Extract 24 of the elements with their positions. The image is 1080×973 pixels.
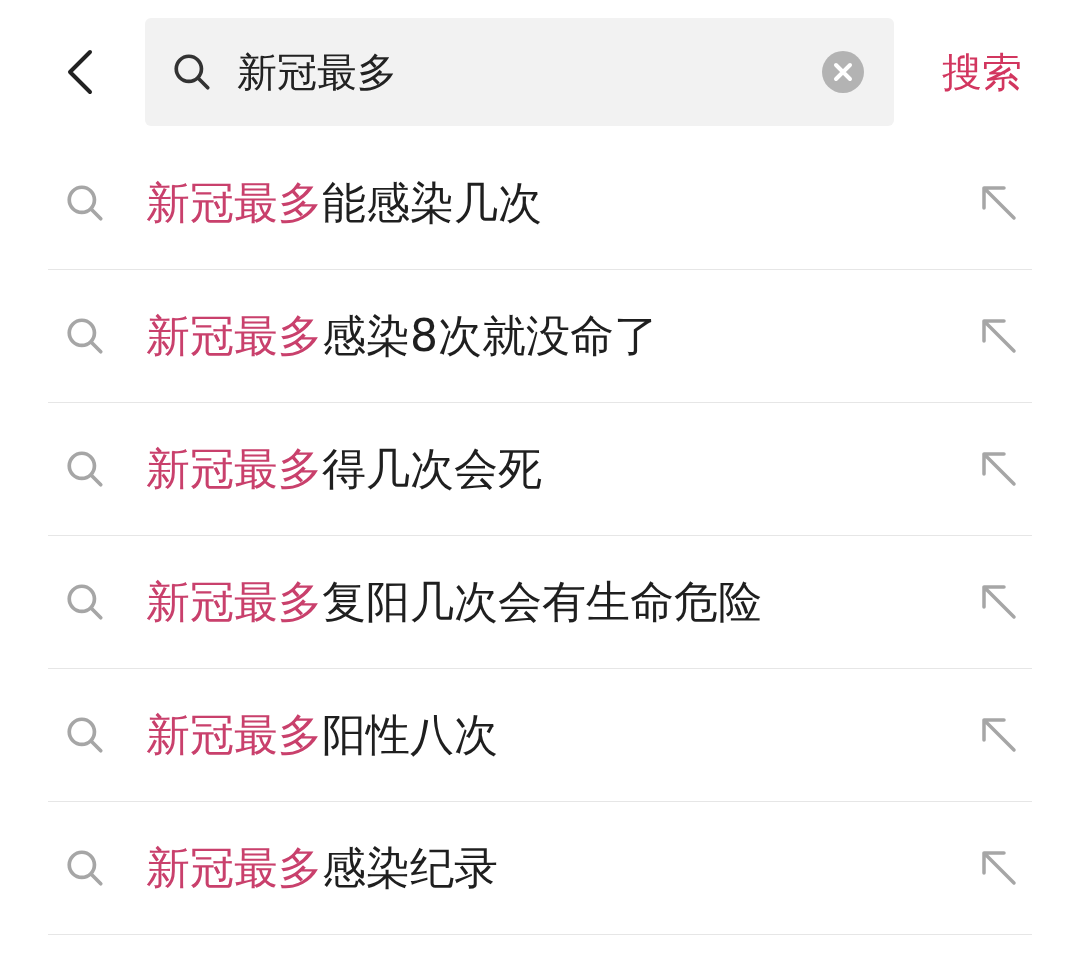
arrow-icon[interactable] — [980, 849, 1018, 887]
search-field[interactable]: 新冠最多 — [237, 49, 798, 95]
arrow-icon[interactable] — [980, 450, 1018, 488]
search-icon — [64, 182, 106, 224]
search-icon — [64, 714, 106, 756]
search-icon — [64, 581, 106, 623]
search-icon — [64, 448, 106, 490]
back-icon — [66, 49, 94, 95]
search-icon — [64, 315, 106, 357]
search-icon — [171, 51, 213, 93]
suggestion-item[interactable]: 新冠最多复阳几次会有生命危险 — [48, 536, 1032, 669]
suggestion-item[interactable]: 新冠最多感染8次就没命了 — [48, 270, 1032, 403]
arrow-icon[interactable] — [980, 716, 1018, 754]
clear-icon[interactable] — [822, 51, 864, 93]
arrow-icon[interactable] — [980, 317, 1018, 355]
search-button[interactable]: 搜索 — [942, 44, 1022, 100]
suggestion-item[interactable]: 新冠最多能感染几次 — [48, 137, 1032, 270]
suggestion-item[interactable]: 新冠最多感染纪录 — [48, 802, 1032, 935]
search-icon — [64, 847, 106, 889]
arrow-icon[interactable] — [980, 184, 1018, 222]
suggestion-item[interactable]: 新冠最多得几次会死 — [48, 403, 1032, 536]
search-bar[interactable]: 新冠最多 — [145, 18, 894, 126]
arrow-icon[interactable] — [980, 583, 1018, 621]
suggestion-item[interactable]: 新冠最多阳性八次 — [48, 669, 1032, 802]
